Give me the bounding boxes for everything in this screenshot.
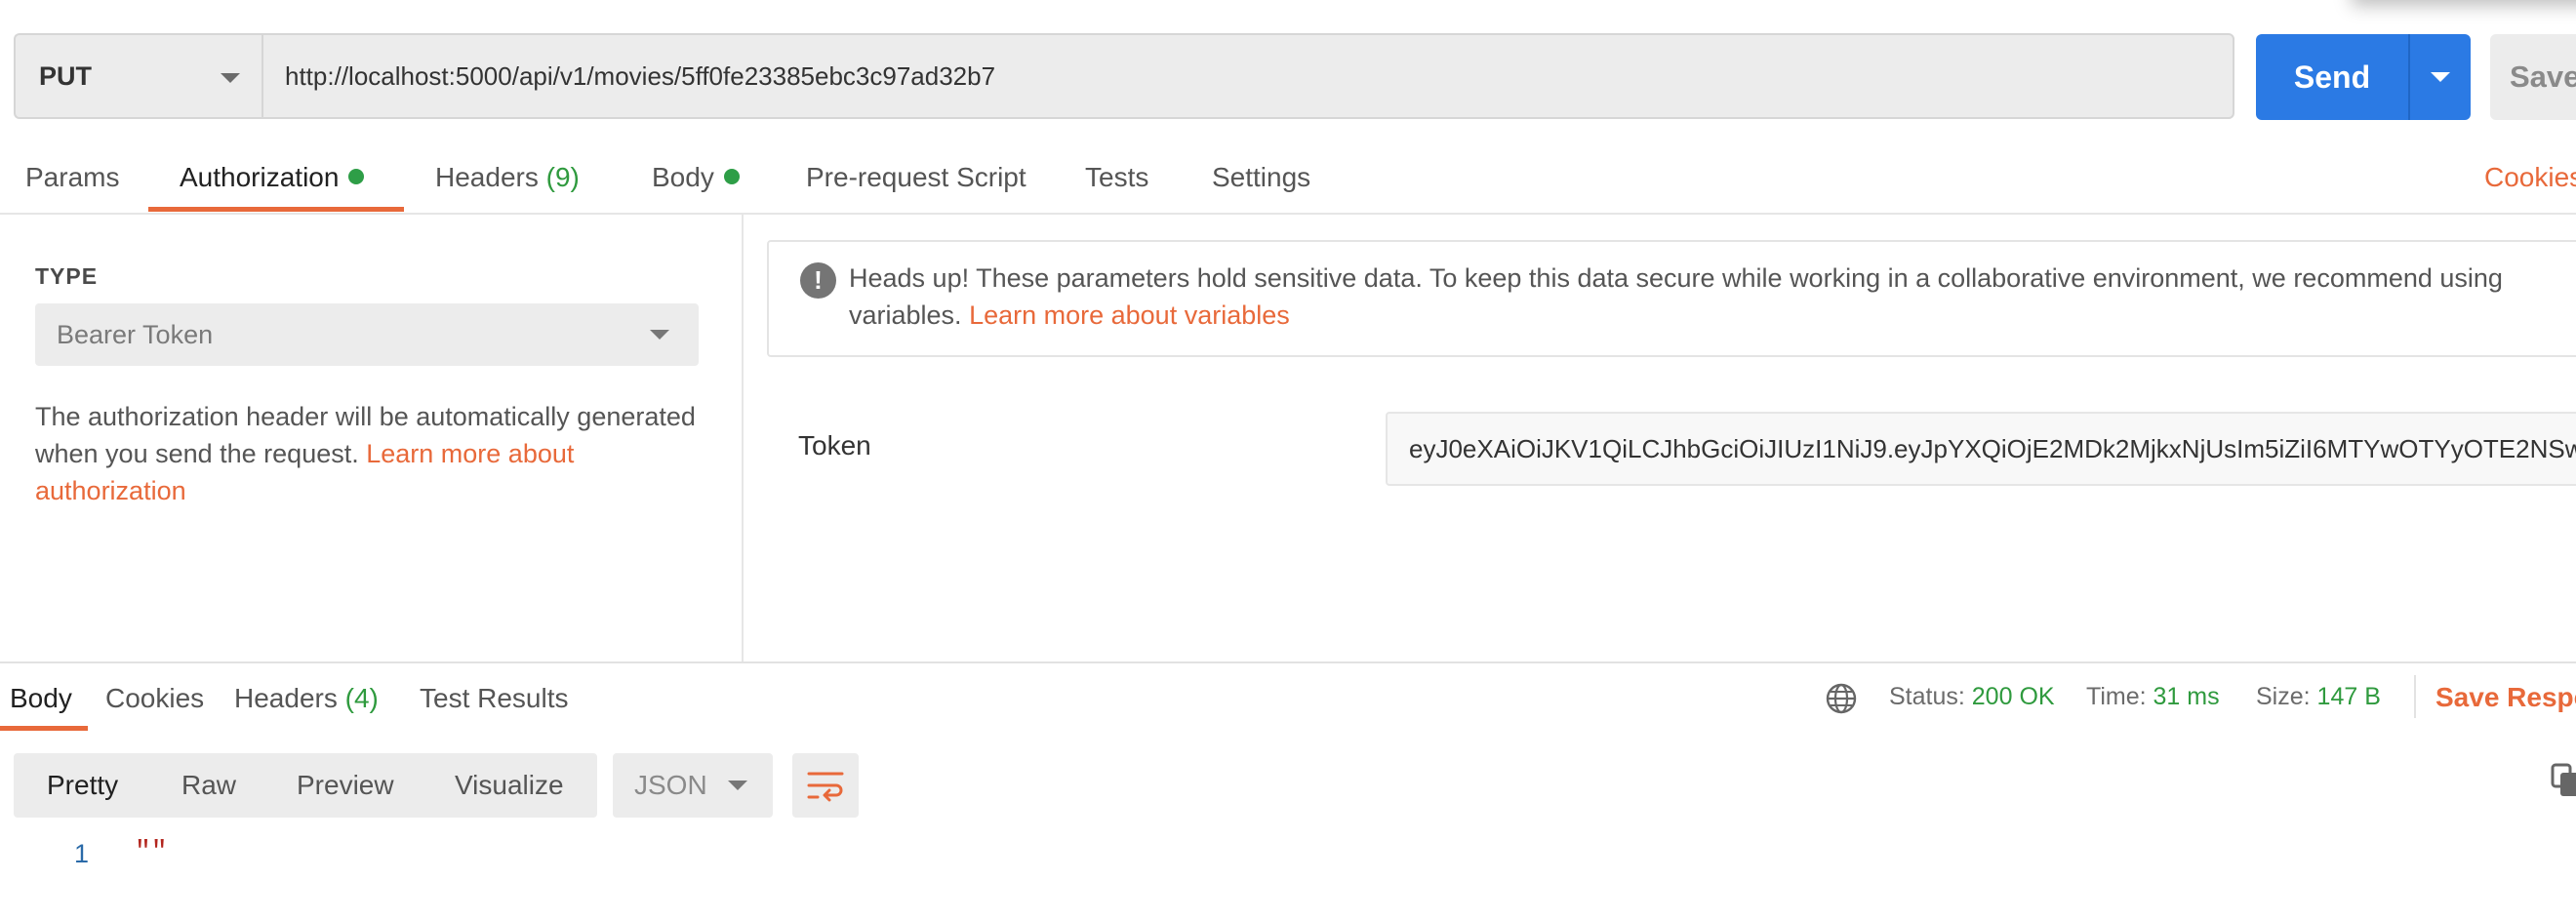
- tab-label: Authorization: [180, 162, 340, 192]
- send-dropdown-button[interactable]: [2408, 34, 2471, 120]
- stats-divider: [2414, 675, 2416, 718]
- send-button[interactable]: Send: [2256, 34, 2408, 120]
- view-preview[interactable]: Preview: [297, 770, 394, 801]
- status-info: Status: 200 OK: [1889, 683, 2055, 711]
- method-select[interactable]: PUT: [14, 33, 263, 119]
- chevron-down-icon: [650, 330, 669, 340]
- tab-body[interactable]: Body: [652, 162, 740, 193]
- panel-divider: [742, 215, 744, 661]
- tab-authorization[interactable]: Authorization: [180, 162, 365, 193]
- size-value: 147 B: [2316, 683, 2381, 710]
- wrap-lines-icon: [807, 772, 844, 802]
- warning-message: Heads up! These parameters hold sensitiv…: [849, 260, 2570, 334]
- token-input[interactable]: eyJ0eXAiOiJKV1QiLCJhbGciOiJIUzI1NiJ9.eyJ…: [1386, 412, 2576, 486]
- response-body-content: "": [135, 837, 168, 867]
- headers-count: (9): [545, 162, 580, 192]
- time-value: 31 ms: [2153, 683, 2220, 710]
- wrap-lines-button[interactable]: [792, 753, 859, 818]
- tab-settings[interactable]: Settings: [1212, 162, 1310, 193]
- type-label: TYPE: [35, 263, 99, 289]
- chevron-down-icon: [221, 73, 240, 83]
- chevron-down-icon: [2431, 72, 2450, 82]
- tab-tests[interactable]: Tests: [1085, 162, 1148, 193]
- auth-type-value: Bearer Token: [57, 319, 214, 349]
- view-visualize[interactable]: Visualize: [455, 770, 564, 801]
- method-value: PUT: [39, 60, 92, 91]
- active-dot-icon: [723, 169, 740, 184]
- response-tab-body[interactable]: Body: [10, 683, 72, 714]
- tab-prerequest-script[interactable]: Pre-request Script: [806, 162, 1026, 193]
- format-value: JSON: [634, 770, 707, 800]
- view-pretty[interactable]: Pretty: [47, 770, 118, 801]
- url-value: http://localhost:5000/api/v1/movies/5ff0…: [285, 60, 996, 91]
- response-divider: [0, 661, 2576, 663]
- tab-headers[interactable]: Headers (9): [435, 162, 580, 193]
- time-label: Time:: [2086, 683, 2147, 710]
- response-tab-headers[interactable]: Headers (4): [234, 683, 379, 714]
- token-label: Token: [798, 430, 871, 460]
- token-value: eyJ0eXAiOiJKV1QiLCJhbGciOiJIUzI1NiJ9.eyJ…: [1409, 433, 2576, 463]
- response-active-tab-indicator: [0, 726, 88, 731]
- response-tab-cookies[interactable]: Cookies: [105, 683, 204, 714]
- tab-params[interactable]: Params: [25, 162, 119, 193]
- response-tab-test-results[interactable]: Test Results: [420, 683, 569, 714]
- globe-icon[interactable]: [1825, 682, 1858, 715]
- format-select[interactable]: JSON: [613, 753, 773, 818]
- chevron-down-icon: [728, 781, 747, 790]
- status-value: 200 OK: [1971, 683, 2055, 710]
- status-label: Status:: [1889, 683, 1965, 710]
- tab-label: Body: [652, 162, 714, 192]
- view-raw[interactable]: Raw: [181, 770, 236, 801]
- auth-type-select[interactable]: Bearer Token: [35, 303, 699, 366]
- learn-more-variables-link[interactable]: Learn more about variables: [969, 300, 1290, 330]
- line-number: 1: [74, 839, 90, 868]
- postman-window: PUT http://localhost:5000/api/v1/movies/…: [0, 0, 2576, 921]
- response-headers-count: (4): [344, 683, 379, 713]
- copy-icon[interactable]: [2551, 763, 2576, 798]
- tab-label: Headers: [234, 683, 338, 713]
- url-input[interactable]: http://localhost:5000/api/v1/movies/5ff0…: [262, 33, 2234, 119]
- cookies-link[interactable]: Cookies: [2484, 162, 2576, 193]
- tabs-divider: [0, 213, 2576, 215]
- active-tab-indicator: [148, 207, 404, 212]
- auth-description: The authorization header will be automat…: [35, 398, 699, 509]
- size-info: Size: 147 B: [2256, 683, 2381, 711]
- save-button[interactable]: Save: [2490, 34, 2576, 120]
- size-label: Size:: [2256, 683, 2311, 710]
- warning-icon: !: [800, 262, 836, 299]
- time-info: Time: 31 ms: [2086, 683, 2220, 711]
- tab-label: Headers: [435, 162, 539, 192]
- active-dot-icon: [348, 169, 365, 184]
- save-response-button[interactable]: Save Respo: [2435, 682, 2576, 713]
